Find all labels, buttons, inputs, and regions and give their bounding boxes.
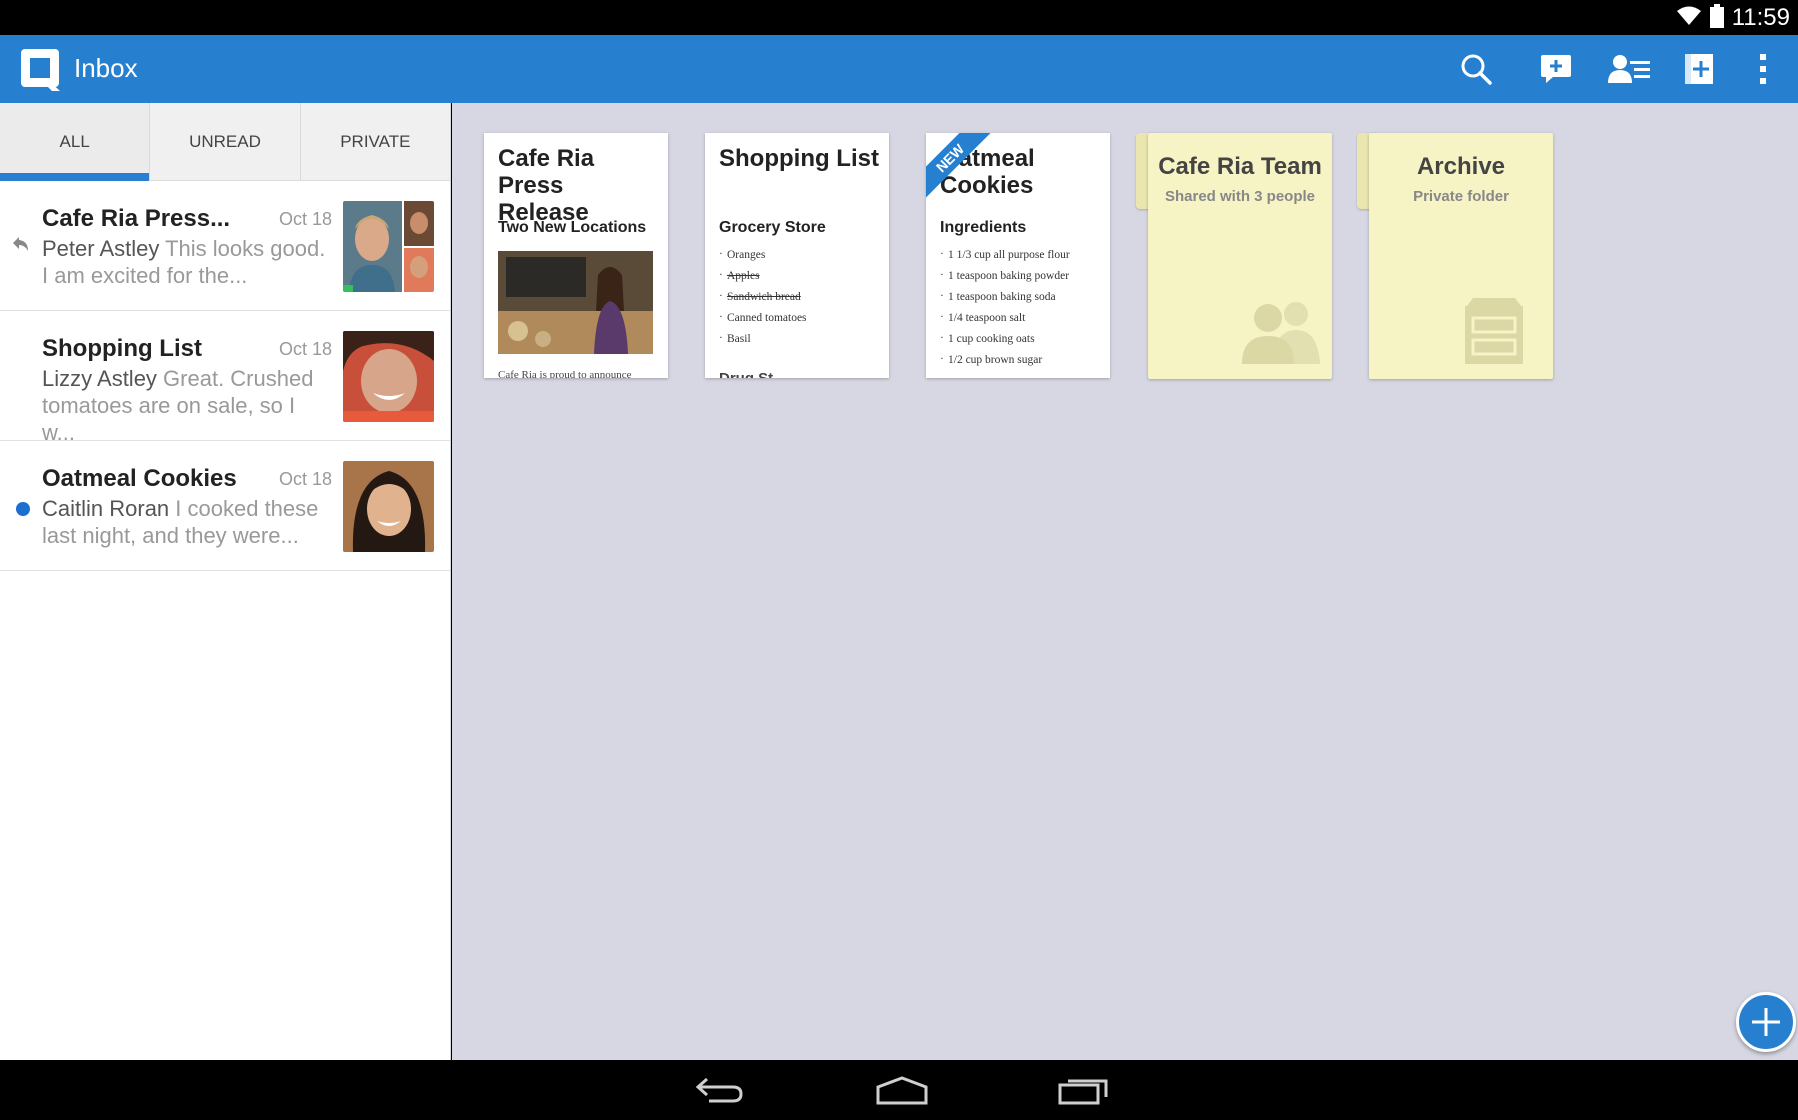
document-subtitle: Two New Locations [498,219,647,236]
status-clock: 11:59 [1731,4,1790,31]
folder-name: Cafe Ria Team [1158,153,1322,180]
tab-all[interactable]: ALL [0,103,150,181]
list-item: 1 1/3 cup all purpose flour [940,248,1070,270]
contacts-icon[interactable] [1606,49,1654,89]
conversation-sender: Lizzy Astley [42,366,157,391]
folder-subtitle: Shared with 3 people [1164,188,1316,205]
conversation-panel: ALL UNREAD PRIVATE Cafe Ria Press... Oct… [0,103,451,1060]
wifi-icon [1676,5,1702,32]
conversation-date: Oct 18 [278,469,332,489]
list-item: 1 cup cooking oats [940,332,1070,354]
list-item: Apples [719,269,807,291]
tab-unread[interactable]: UNREAD [149,103,299,180]
conversation-title: Cafe Ria Press... [42,205,231,232]
document-subtitle: Grocery Store [719,219,826,236]
list-item: 1 teaspoon baking powder [940,269,1070,291]
folder-card[interactable]: Archive Private folder [1357,133,1553,379]
new-document-icon[interactable] [1679,49,1719,89]
reply-icon [12,235,30,258]
conversation-sender: Peter Astley [42,236,160,261]
conversation-item[interactable]: Oatmeal Cookies Oct 18 Caitlin Roran I c… [0,441,450,571]
folder-card[interactable]: Cafe Ria Team Shared with 3 people [1136,133,1332,379]
filter-tabs: ALL UNREAD PRIVATE [0,103,450,181]
list-item: Canned tomatoes [719,311,807,333]
folder-body: Cafe Ria Team Shared with 3 people [1148,133,1332,379]
conversation-item[interactable]: Shopping List Oct 18 Lizzy Astley Great.… [0,311,450,445]
conversation-date: Oct 18 [278,339,332,359]
back-icon[interactable] [690,1070,750,1110]
document-footer: Drug St... [719,370,786,378]
document-footer: Cafe Ria is proud to announce [498,369,632,378]
conversation-snippet: Lizzy Astley Great. Crushed tomatoes are… [42,365,332,446]
list-item: 1 teaspoon baking soda [940,290,1070,312]
battery-icon [1709,3,1724,33]
conversation-snippet: Caitlin Roran I cooked these last night,… [42,495,332,549]
document-title: Cafe Ria Press Release [498,145,595,226]
app-logo-icon[interactable] [20,48,62,92]
document-title: Shopping List [719,145,879,172]
list-item: Sandwich bread [719,290,807,312]
new-message-icon[interactable] [1536,49,1576,89]
document-image [498,251,653,354]
people-icon [1242,298,1322,369]
list-item: Oranges [719,248,807,270]
avatar-group [343,201,434,292]
navigation-bar [0,1060,1798,1120]
conversation-snippet: Peter Astley This looks good. I am excit… [42,235,332,289]
avatar [343,331,434,422]
unread-indicator [16,502,30,516]
folder-body: Archive Private folder [1369,133,1553,379]
app-title: Inbox [74,53,138,83]
document-list: 1 1/3 cup all purpose flour 1 teaspoon b… [940,248,1070,375]
recent-apps-icon[interactable] [1054,1070,1114,1110]
add-button[interactable] [1736,992,1796,1052]
action-bar: Inbox [0,35,1798,103]
document-list: Oranges Apples Sandwich bread Canned tom… [719,248,807,354]
conversation-title: Shopping List [42,335,202,362]
conversation-title: Oatmeal Cookies [42,465,237,492]
status-bar: 11:59 [0,0,1798,35]
list-item: Basil [719,332,807,354]
conversation-item[interactable]: Cafe Ria Press... Oct 18 Peter Astley Th… [0,181,450,311]
status-icons: 11:59 [1676,3,1790,33]
avatar [343,461,434,552]
document-card[interactable]: Oatmeal Cookies NEW Ingredients 1 1/3 cu… [926,133,1110,378]
conversation-sender: Caitlin Roran [42,496,170,521]
folder-subtitle: Private folder [1413,188,1509,205]
home-icon[interactable] [872,1070,932,1110]
archive-icon [1463,298,1525,369]
document-card[interactable]: Shopping List Grocery Store Oranges Appl… [705,133,889,378]
folder-name: Archive [1416,153,1506,180]
list-item: 1/2 cup brown sugar [940,353,1070,375]
list-item: 1/4 teaspoon salt [940,311,1070,333]
overflow-menu-icon[interactable] [1748,49,1778,89]
document-card[interactable]: Cafe Ria Press Release Two New Locations… [484,133,668,378]
tab-private[interactable]: PRIVATE [299,103,450,180]
document-grid: Cafe Ria Press Release Two New Locations… [452,103,1798,1060]
search-icon[interactable] [1456,49,1496,89]
conversation-date: Oct 18 [278,209,332,229]
document-subtitle: Ingredients [940,219,1027,236]
